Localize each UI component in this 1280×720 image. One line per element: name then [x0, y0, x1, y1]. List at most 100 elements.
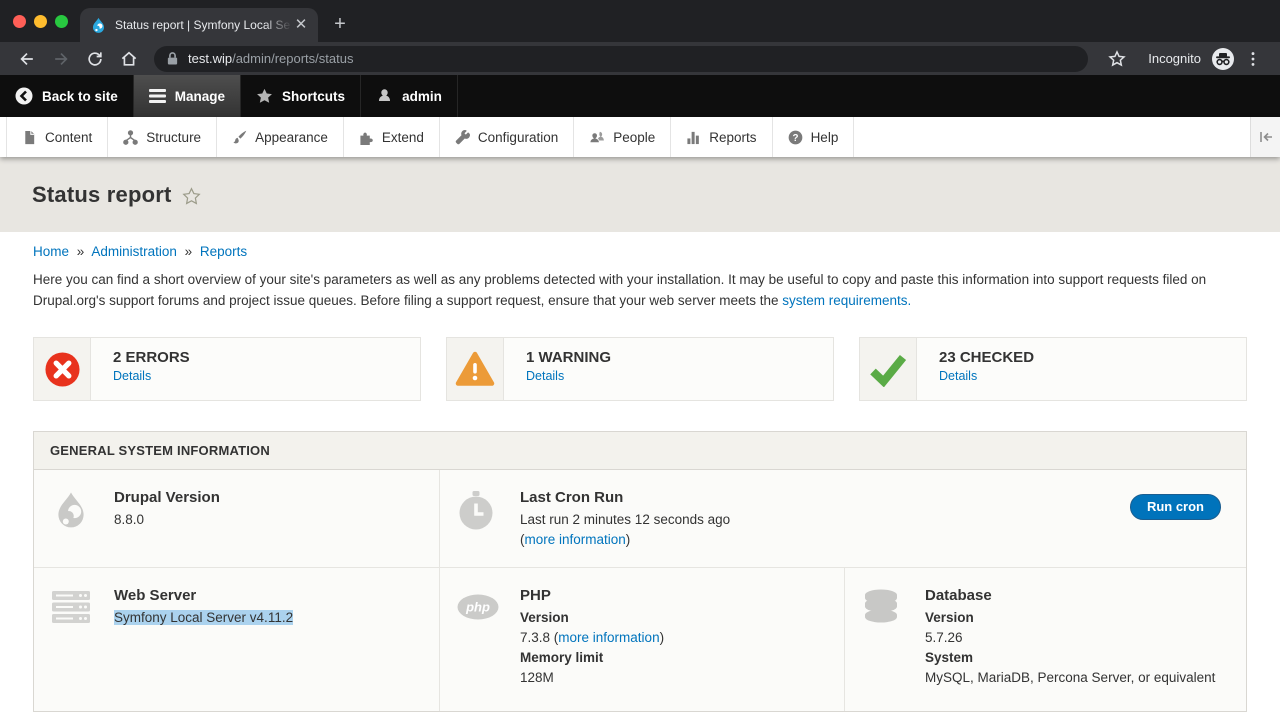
warnings-count: 1 WARNING: [526, 349, 611, 366]
intro-paragraph: Here you can find a short overview of yo…: [33, 269, 1247, 311]
paintbrush-icon: [232, 130, 247, 145]
warnings-card: 1 WARNING Details: [446, 337, 834, 401]
drupal-version-title: Drupal Version: [114, 489, 220, 506]
manage-button[interactable]: Manage: [134, 75, 241, 117]
breadcrumb-separator: »: [77, 244, 85, 259]
php-version-label: Version: [520, 608, 664, 628]
errors-details-link[interactable]: Details: [113, 369, 151, 383]
address-bar[interactable]: test.wip/admin/reports/status: [154, 46, 1088, 72]
database-system-label: System: [925, 648, 1215, 668]
puzzle-icon: [359, 130, 374, 145]
drupal-favicon-icon: [90, 17, 107, 34]
drupal-admin-toolbar: Back to site Manage Shortcuts admin: [0, 75, 1280, 117]
browser-menu-icon[interactable]: [1243, 49, 1263, 69]
run-cron-button[interactable]: Run cron: [1130, 494, 1221, 520]
clock-icon: [457, 490, 495, 532]
drupal-drop-icon: [51, 490, 91, 532]
web-server-value: Symfony Local Server v4.11.2: [114, 610, 293, 625]
incognito-icon: [1211, 47, 1235, 71]
menu-item-people[interactable]: People: [574, 117, 671, 157]
breadcrumb-administration[interactable]: Administration: [91, 244, 177, 259]
database-system-value: MySQL, MariaDB, Percona Server, or equiv…: [925, 668, 1215, 688]
home-icon[interactable]: [119, 49, 139, 69]
menu-item-appearance[interactable]: Appearance: [217, 117, 344, 157]
php-memory-label: Memory limit: [520, 648, 664, 668]
back-to-site-icon: [15, 87, 33, 105]
window-minimize-button[interactable]: [34, 15, 47, 28]
warning-icon: [455, 351, 495, 387]
browser-window: Status report | Symfony Local Se ✕ + tes…: [0, 0, 1280, 75]
back-to-site-button[interactable]: Back to site: [0, 75, 134, 117]
last-cron-run-value: Last run 2 minutes 12 seconds ago: [520, 510, 730, 530]
php-cell: php PHP Version 7.3.8 (more information)…: [440, 568, 845, 711]
svg-text:?: ?: [792, 132, 798, 143]
menu-item-content[interactable]: Content: [6, 117, 108, 157]
php-version-value: 7.3.8 (more information): [520, 628, 664, 648]
people-icon: [589, 130, 605, 145]
menu-item-configuration[interactable]: Configuration: [440, 117, 574, 157]
php-more-information-link[interactable]: more information: [558, 630, 659, 645]
database-title: Database: [925, 587, 1215, 604]
wrench-icon: [455, 130, 470, 145]
php-icon: php: [457, 594, 499, 620]
incognito-label: Incognito: [1148, 51, 1201, 66]
page-header: Status report: [0, 157, 1280, 232]
tab-close-icon[interactable]: ✕: [292, 16, 310, 34]
checked-icon: [869, 351, 907, 387]
tray-collapse-button[interactable]: [1250, 117, 1280, 157]
forward-icon[interactable]: [51, 49, 71, 69]
browser-toolbar: test.wip/admin/reports/status Incognito: [0, 42, 1280, 75]
bar-chart-icon: [686, 130, 701, 145]
help-icon: ?: [788, 130, 803, 145]
web-server-title: Web Server: [114, 587, 293, 604]
last-cron-run-title: Last Cron Run: [520, 489, 730, 506]
breadcrumb-home[interactable]: Home: [33, 244, 69, 259]
drupal-admin-menu: Content Structure Appearance Extend Conf…: [0, 117, 1280, 157]
shortcuts-button[interactable]: Shortcuts: [241, 75, 361, 117]
system-requirements-link[interactable]: system requirements.: [782, 293, 911, 308]
bookmark-star-icon[interactable]: [1107, 49, 1127, 69]
cron-more-information: (more information): [520, 530, 730, 550]
user-menu-button[interactable]: admin: [361, 75, 458, 117]
reload-icon[interactable]: [85, 49, 105, 69]
window-zoom-button[interactable]: [55, 15, 68, 28]
browser-tab[interactable]: Status report | Symfony Local Se ✕: [80, 8, 318, 42]
menu-item-reports[interactable]: Reports: [671, 117, 772, 157]
url-path: /admin/reports/status: [232, 51, 353, 66]
server-stack-icon: [51, 588, 91, 626]
checked-details-link[interactable]: Details: [939, 369, 977, 383]
url-host: test.wip: [188, 51, 232, 66]
hamburger-icon: [149, 89, 166, 103]
tab-strip: Status report | Symfony Local Se ✕ +: [0, 0, 1280, 42]
breadcrumb-separator: »: [185, 244, 193, 259]
last-cron-run-cell: Last Cron Run Last run 2 minutes 12 seco…: [440, 470, 1246, 567]
menu-item-structure[interactable]: Structure: [108, 117, 217, 157]
page-title: Status report: [32, 182, 172, 208]
panel-heading: GENERAL SYSTEM INFORMATION: [34, 432, 1246, 470]
drupal-version-value: 8.8.0: [114, 510, 220, 530]
php-memory-value: 128M: [520, 668, 664, 688]
breadcrumb: Home » Administration » Reports: [33, 244, 1247, 259]
cron-more-information-link[interactable]: more information: [525, 532, 626, 547]
warnings-details-link[interactable]: Details: [526, 369, 564, 383]
new-tab-button[interactable]: +: [326, 11, 354, 39]
errors-card: 2 ERRORS Details: [33, 337, 421, 401]
web-server-cell: Web Server Symfony Local Server v4.11.2: [34, 568, 440, 711]
drupal-version-cell: Drupal Version 8.8.0: [34, 470, 440, 567]
favorite-star-icon[interactable]: [182, 187, 201, 206]
breadcrumb-reports[interactable]: Reports: [200, 244, 247, 259]
sitemap-icon: [123, 130, 138, 145]
collapse-arrow-icon: [1259, 131, 1273, 143]
database-version-value: 5.7.26: [925, 628, 1215, 648]
menu-item-help[interactable]: ? Help: [773, 117, 855, 157]
svg-text:php: php: [465, 600, 490, 615]
checked-card: 23 CHECKED Details: [859, 337, 1247, 401]
error-icon: [44, 351, 81, 388]
checked-count: 23 CHECKED: [939, 349, 1034, 366]
user-icon: [376, 88, 393, 105]
errors-count: 2 ERRORS: [113, 349, 190, 366]
lock-icon: [166, 51, 179, 66]
back-icon[interactable]: [17, 49, 37, 69]
menu-item-extend[interactable]: Extend: [344, 117, 440, 157]
window-close-button[interactable]: [13, 15, 26, 28]
